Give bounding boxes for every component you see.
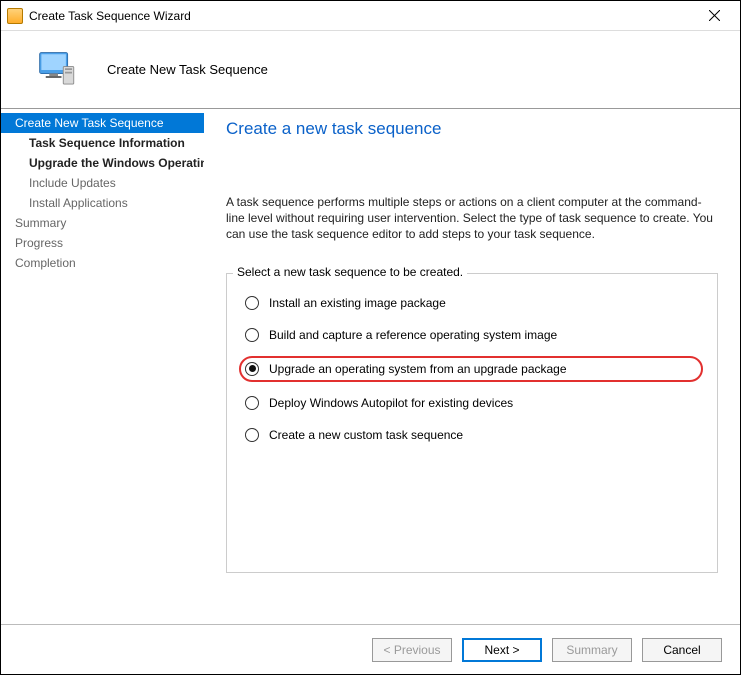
radio-icon xyxy=(245,296,259,310)
monitor-icon xyxy=(37,49,79,91)
sidebar-step-4[interactable]: Install Applications xyxy=(1,193,204,213)
page-heading: Create a new task sequence xyxy=(226,119,718,139)
radio-label: Build and capture a reference operating … xyxy=(269,328,557,342)
fieldset-legend: Select a new task sequence to be created… xyxy=(233,265,467,279)
window-title: Create Task Sequence Wizard xyxy=(29,9,696,23)
header-title: Create New Task Sequence xyxy=(107,62,268,77)
sidebar-step-3[interactable]: Include Updates xyxy=(1,173,204,193)
radio-option-2[interactable]: Upgrade an operating system from an upgr… xyxy=(243,360,699,378)
sidebar: Create New Task SequenceTask Sequence In… xyxy=(1,109,204,624)
radio-label: Upgrade an operating system from an upgr… xyxy=(269,362,567,376)
cancel-button[interactable]: Cancel xyxy=(642,638,722,662)
radio-label: Install an existing image package xyxy=(269,296,446,310)
wizard-footer: < Previous Next > Summary Cancel xyxy=(1,624,740,674)
page-description: A task sequence performs multiple steps … xyxy=(226,194,718,243)
radio-option-4[interactable]: Create a new custom task sequence xyxy=(245,428,699,442)
radio-label: Create a new custom task sequence xyxy=(269,428,463,442)
radio-option-3[interactable]: Deploy Windows Autopilot for existing de… xyxy=(245,396,699,410)
app-icon xyxy=(7,8,23,24)
sidebar-step-0[interactable]: Create New Task Sequence xyxy=(1,113,204,133)
sidebar-step-6[interactable]: Progress xyxy=(1,233,204,253)
radio-icon xyxy=(245,428,259,442)
close-icon xyxy=(709,10,720,21)
main-panel: Create a new task sequence A task sequen… xyxy=(204,109,740,624)
wizard-header: Create New Task Sequence xyxy=(1,31,740,109)
previous-button[interactable]: < Previous xyxy=(372,638,452,662)
radio-icon xyxy=(245,328,259,342)
titlebar: Create Task Sequence Wizard xyxy=(1,1,740,31)
sidebar-step-7[interactable]: Completion xyxy=(1,253,204,273)
sidebar-step-2[interactable]: Upgrade the Windows Operating System xyxy=(1,153,204,173)
radio-icon xyxy=(245,362,259,376)
radio-icon xyxy=(245,396,259,410)
summary-button[interactable]: Summary xyxy=(552,638,632,662)
next-button[interactable]: Next > xyxy=(462,638,542,662)
radio-option-0[interactable]: Install an existing image package xyxy=(245,296,699,310)
radio-option-1[interactable]: Build and capture a reference operating … xyxy=(245,328,699,342)
close-button[interactable] xyxy=(696,1,732,30)
content-area: Create New Task SequenceTask Sequence In… xyxy=(1,109,740,624)
sidebar-step-1[interactable]: Task Sequence Information xyxy=(1,133,204,153)
radio-label: Deploy Windows Autopilot for existing de… xyxy=(269,396,513,410)
task-sequence-options-fieldset: Select a new task sequence to be created… xyxy=(226,273,718,573)
sidebar-step-5[interactable]: Summary xyxy=(1,213,204,233)
